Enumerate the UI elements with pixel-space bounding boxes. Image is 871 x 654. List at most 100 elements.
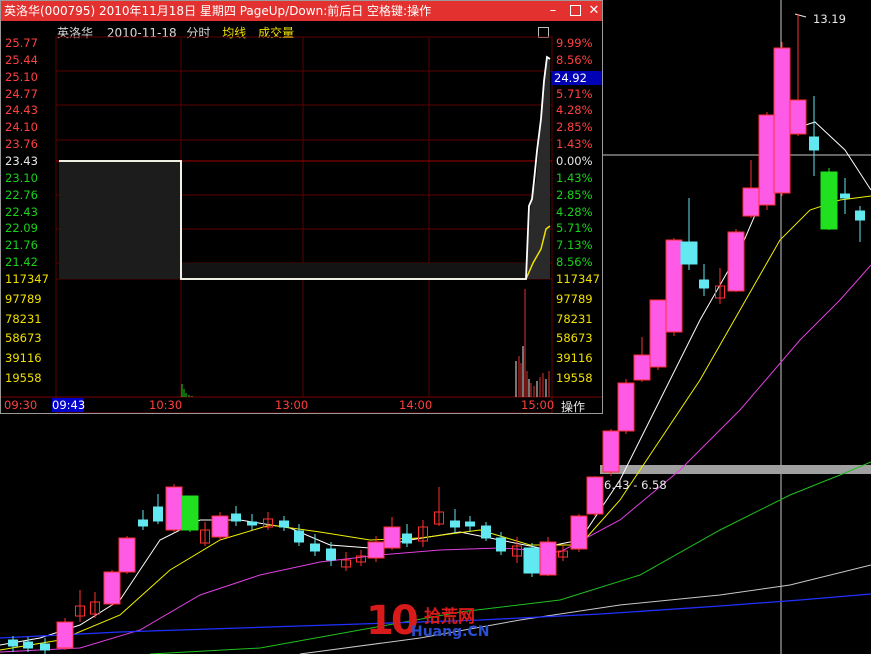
- candle-body: [326, 548, 336, 561]
- time-label-1300: 13:00: [275, 398, 309, 412]
- price-tick-label: 22.09: [5, 221, 38, 236]
- candle-body: [633, 354, 651, 381]
- price-tick-label: 25.10: [5, 69, 38, 84]
- volume-tick-label: 39116: [556, 351, 593, 366]
- candle-body: [855, 210, 865, 221]
- watermark-logo: 10 拾荒网 Huang.CN: [366, 598, 506, 646]
- volume-tick-label: 19558: [556, 371, 593, 385]
- price-tick-label: 25.77: [5, 36, 38, 50]
- price-fill-area: [181, 263, 526, 279]
- percent-tick-label: 8.56%: [556, 52, 593, 67]
- price-tick-label: 25.44: [5, 52, 38, 67]
- candle-body: [665, 239, 683, 333]
- price-tick-label: 22.76: [5, 187, 38, 202]
- time-label-1030: 10:30: [149, 398, 183, 412]
- volume-tick-label: 78231: [556, 311, 593, 326]
- candle-body: [8, 639, 18, 647]
- volume-tick-label: 78231: [5, 311, 42, 326]
- percent-tick-label: 4.28%: [556, 204, 593, 219]
- percent-tick-label: 8.56%: [556, 255, 593, 270]
- candle-body: [23, 641, 33, 649]
- price-tick-label: 24.77: [5, 86, 38, 101]
- price-tick-label: 22.43: [5, 204, 38, 219]
- price-tick-label: 23.43: [5, 153, 38, 168]
- price-tick-label: 21.42: [5, 255, 38, 270]
- volume-tick-label: 117347: [556, 272, 600, 286]
- volume-tick-label: 58673: [5, 331, 42, 346]
- candle-body: [40, 643, 50, 651]
- candle-body: [138, 519, 148, 527]
- percent-tick-label: 2.85%: [556, 187, 593, 202]
- percent-tick-label: 2.85%: [556, 120, 593, 135]
- price-tick-label: 23.76: [5, 137, 38, 152]
- candle-body: [279, 520, 289, 528]
- candle-body: [496, 537, 506, 552]
- candle-body: [231, 513, 241, 522]
- time-label-0930: 09:30: [4, 398, 38, 412]
- candle-body: [789, 99, 807, 135]
- high-marker: [794, 13, 807, 18]
- candle-body: [211, 515, 229, 538]
- price-tick-label: 24.43: [5, 103, 38, 118]
- time-label-1500: 15:00: [521, 398, 555, 412]
- price-tick-label: 21.76: [5, 238, 38, 253]
- candle-body: [570, 515, 588, 550]
- candle-body: [523, 547, 541, 574]
- candle-body: [118, 537, 136, 573]
- candle-body: [649, 299, 667, 368]
- candle-body: [481, 525, 491, 539]
- percent-tick-label: 9.99%: [556, 36, 593, 50]
- price-range-label: 6.43 - 6.58: [604, 478, 667, 492]
- candle-body: [153, 506, 163, 522]
- candle-body: [699, 279, 709, 289]
- volume-tick-label: 97789: [556, 291, 593, 306]
- price-tick-label: 23.10: [5, 170, 38, 185]
- volume-tick-label: 97789: [5, 291, 42, 306]
- candle-body: [617, 382, 635, 432]
- candle-body: [181, 495, 199, 531]
- candle-body: [602, 430, 620, 473]
- candle-body: [773, 47, 791, 194]
- candle-body: [402, 533, 412, 544]
- watermark-en: Huang.CN: [411, 624, 490, 640]
- operate-button[interactable]: 操作: [561, 398, 585, 415]
- price-fill-area: [526, 59, 550, 279]
- price-tick-label: 24.10: [5, 120, 38, 135]
- candle-body: [465, 521, 475, 527]
- candle-body: [294, 530, 304, 543]
- time-label-1400: 14:00: [399, 398, 433, 412]
- percent-tick-label: 5.71%: [556, 86, 593, 101]
- price-fill-area: [59, 161, 181, 279]
- candle-body: [680, 241, 698, 265]
- candle-body: [103, 571, 121, 605]
- candle-body: [367, 541, 385, 559]
- candle-body: [727, 231, 745, 292]
- percent-tick-label: 0.00%: [556, 153, 593, 168]
- percent-tick-label: 7.13%: [556, 238, 593, 253]
- percent-tick-label: 5.71%: [556, 221, 593, 236]
- high-price-label: 13.19: [813, 12, 846, 26]
- percent-tick-label: 4.28%: [556, 103, 593, 118]
- candle-body: [586, 476, 604, 515]
- intraday-popup-window[interactable]: 英洛华(000795) 2010年11月18日 星期四 PageUp/Down:…: [0, 0, 603, 414]
- time-cursor-label: 09:43: [52, 398, 86, 412]
- volume-tick-label: 58673: [556, 331, 593, 346]
- candle-body: [247, 521, 257, 526]
- candle-body: [539, 541, 557, 576]
- ma30-line: [149, 461, 871, 654]
- current-price-badge: 24.92: [552, 71, 602, 85]
- candle-body: [310, 543, 320, 552]
- volume-tick-label: 117347: [5, 272, 49, 286]
- percent-tick-label: 1.43%: [556, 170, 593, 185]
- intraday-chart: [1, 36, 602, 413]
- candle-body: [758, 114, 776, 206]
- candle-body: [742, 187, 760, 217]
- candle-body: [383, 526, 401, 549]
- percent-tick-label: 1.43%: [556, 137, 593, 152]
- candle-body: [820, 171, 838, 230]
- candle-body: [56, 621, 74, 649]
- candle-body: [165, 486, 183, 531]
- volume-tick-label: 19558: [5, 371, 42, 385]
- candle-body: [809, 136, 819, 151]
- candle-body: [450, 520, 460, 528]
